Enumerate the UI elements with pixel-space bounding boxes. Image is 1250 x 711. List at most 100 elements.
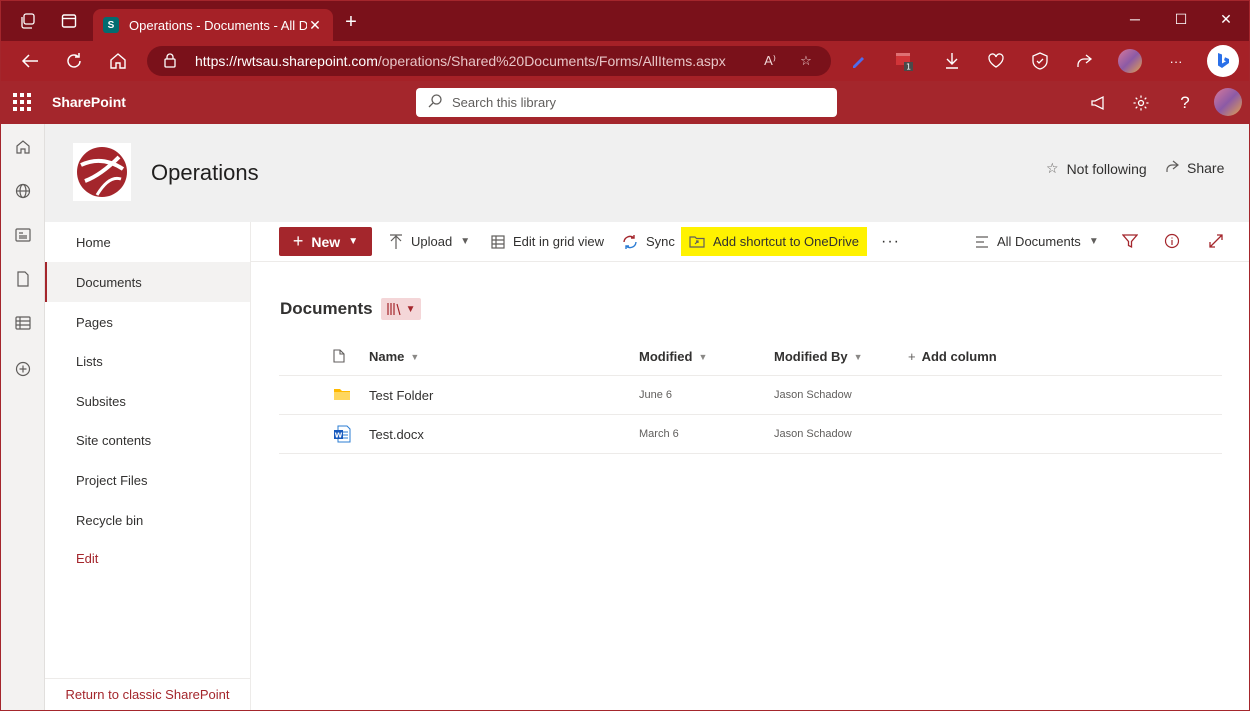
new-tab-button[interactable]: + — [341, 12, 361, 32]
follow-button[interactable]: ☆ Not following — [1046, 160, 1147, 177]
announcement-icon[interactable] — [1088, 92, 1110, 114]
downloads-icon[interactable] — [941, 51, 963, 71]
search-library-box[interactable]: Search this library — [416, 88, 837, 117]
sync-button[interactable]: Sync — [622, 227, 675, 256]
extension-badge: 1 — [906, 63, 911, 72]
sync-icon — [622, 234, 638, 250]
maximize-icon[interactable]: ☐ — [1166, 11, 1196, 28]
nav-item-documents[interactable]: Documents — [45, 262, 250, 302]
url-path: /operations/Shared%20Documents/Forms/All… — [377, 53, 726, 69]
chevron-down-icon: ▼ — [410, 351, 420, 362]
add-column-button[interactable]: + Add column — [908, 349, 997, 364]
upload-label: Upload — [411, 234, 453, 249]
help-icon[interactable]: ? — [1174, 92, 1196, 114]
more-options-icon[interactable]: ··· — [1165, 51, 1187, 71]
minimize-icon[interactable]: ─ — [1120, 11, 1150, 27]
item-modified-by[interactable]: Jason Schadow — [774, 389, 852, 401]
site-logo[interactable] — [73, 143, 131, 201]
add-shortcut-onedrive-button[interactable]: Add shortcut to OneDrive — [681, 227, 867, 256]
view-label: All Documents — [997, 234, 1081, 249]
read-aloud-icon[interactable]: A⁾ — [759, 53, 781, 69]
nav-item-lists[interactable]: Lists — [45, 341, 250, 381]
close-window-icon[interactable]: ✕ — [1211, 11, 1241, 28]
lock-icon[interactable] — [163, 52, 179, 71]
follow-label: Not following — [1066, 160, 1147, 177]
view-options-icon — [975, 235, 989, 248]
health-icon[interactable] — [985, 51, 1007, 71]
nav-item-project-files[interactable]: Project Files — [45, 460, 250, 500]
url-text: https://rwtsau.sharepoint.com/operations… — [195, 53, 745, 69]
share-page-icon[interactable] — [1073, 51, 1095, 71]
nav-item-home[interactable]: Home — [45, 222, 250, 262]
address-bar[interactable]: https://rwtsau.sharepoint.com/operations… — [147, 46, 831, 76]
extension-calendar-icon[interactable]: 1 — [893, 51, 915, 71]
app-bar — [1, 124, 45, 710]
item-name-link[interactable]: Test.docx — [369, 427, 424, 442]
chevron-down-icon: ▼ — [698, 351, 708, 362]
settings-gear-icon[interactable] — [1130, 92, 1152, 114]
expand-icon[interactable] — [1206, 231, 1226, 251]
nav-item-subsites[interactable]: Subsites — [45, 381, 250, 421]
file-type-header-icon[interactable] — [333, 349, 345, 363]
extension-pen-icon[interactable] — [847, 51, 869, 71]
nav-edit-link[interactable]: Edit — [45, 538, 250, 578]
tab-actions-icon[interactable] — [59, 11, 79, 31]
profile-avatar[interactable] — [1118, 49, 1142, 73]
close-tab-icon[interactable]: ✕ — [307, 17, 323, 34]
file-icon[interactable] — [13, 269, 33, 289]
tab-strip: S Operations - Documents - All Do ✕ + ─ … — [1, 1, 1249, 41]
app-launcher-icon[interactable] — [13, 93, 31, 111]
folder-icon — [333, 386, 351, 404]
library-title: Documents ▼ — [280, 298, 421, 320]
favorite-star-icon[interactable]: ☆ — [795, 53, 817, 69]
globe-icon[interactable] — [13, 181, 33, 201]
item-modified-by[interactable]: Jason Schadow — [774, 428, 852, 440]
bing-chat-icon[interactable] — [1207, 45, 1239, 77]
share-site-button[interactable]: Share — [1165, 160, 1224, 176]
column-header-modified[interactable]: Modified ▼ — [639, 349, 707, 364]
column-modified-label: Modified — [639, 349, 693, 364]
nav-item-pages[interactable]: Pages — [45, 302, 250, 342]
more-commands-icon[interactable]: ··· — [881, 227, 900, 256]
sharepoint-brand[interactable]: SharePoint — [52, 94, 126, 110]
browser-tab-active[interactable]: S Operations - Documents - All Do ✕ — [93, 9, 333, 41]
back-icon[interactable] — [19, 51, 41, 71]
workspaces-icon[interactable] — [18, 11, 38, 31]
browser-essentials-icon[interactable] — [1029, 51, 1051, 71]
plus-icon: + — [908, 349, 916, 364]
url-host: https://rwtsau.sharepoint.com — [195, 53, 378, 69]
upload-icon — [389, 233, 403, 250]
list-item[interactable]: Test Folder June 6 Jason Schadow — [279, 376, 1222, 415]
list-table-icon[interactable] — [13, 313, 33, 333]
user-avatar[interactable] — [1214, 88, 1242, 116]
command-bar: + New ▼ Upload ▼ Edit in grid view Sync — [251, 222, 1249, 262]
plus-icon: + — [292, 231, 304, 251]
library-title-text: Documents — [280, 299, 373, 318]
item-modified: June 6 — [639, 389, 673, 401]
new-button[interactable]: + New ▼ — [279, 227, 372, 256]
word-document-icon: W — [333, 425, 351, 443]
svg-text:W: W — [335, 432, 343, 440]
app-home-icon[interactable] — [13, 137, 33, 157]
list-item[interactable]: W Test.docx March 6 Jason Schadow — [279, 415, 1222, 454]
create-add-icon[interactable] — [13, 359, 33, 379]
view-switcher-button[interactable]: All Documents ▼ — [975, 227, 1099, 256]
upload-button[interactable]: Upload ▼ — [389, 227, 470, 256]
info-icon[interactable] — [1162, 231, 1182, 251]
refresh-icon[interactable] — [63, 51, 85, 71]
chevron-down-icon: ▼ — [405, 303, 416, 315]
library-view-button[interactable]: ▼ — [380, 298, 421, 320]
edit-grid-view-button[interactable]: Edit in grid view — [491, 227, 604, 256]
news-icon[interactable] — [13, 225, 33, 245]
site-title[interactable]: Operations — [151, 160, 259, 186]
return-classic-link[interactable]: Return to classic SharePoint — [45, 678, 250, 710]
sharepoint-favicon-icon: S — [103, 17, 119, 33]
item-name-link[interactable]: Test Folder — [369, 388, 433, 403]
nav-item-site-contents[interactable]: Site contents — [45, 420, 250, 460]
home-icon[interactable] — [107, 51, 129, 71]
column-header-name[interactable]: Name ▼ — [369, 349, 419, 364]
filter-icon[interactable] — [1120, 231, 1140, 251]
nav-item-recycle-bin[interactable]: Recycle bin — [45, 500, 250, 540]
column-header-modified-by[interactable]: Modified By ▼ — [774, 349, 863, 364]
shortcut-folder-icon — [689, 235, 705, 249]
